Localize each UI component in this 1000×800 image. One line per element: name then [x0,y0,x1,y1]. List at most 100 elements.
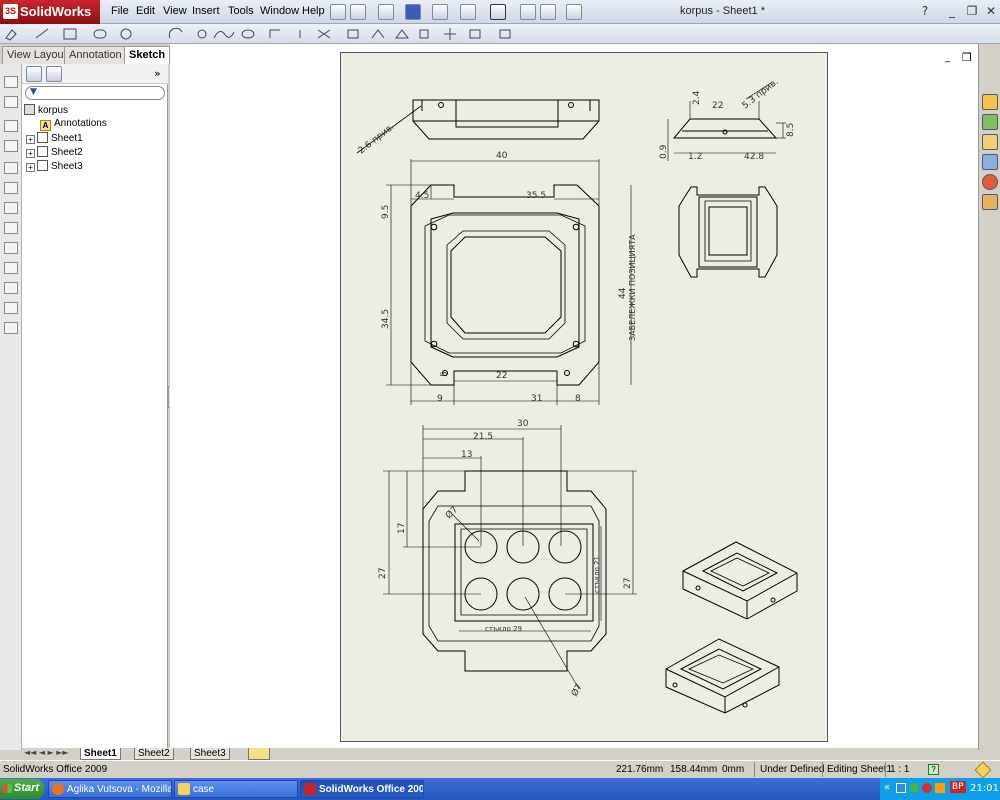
pattern-icon [419,29,429,39]
ds-logo-icon: 3S [3,4,18,19]
select-pointer-icon[interactable] [490,4,506,20]
open-icon[interactable] [378,4,394,20]
menu-file[interactable]: File [111,5,129,17]
dim-text: 44 [618,287,628,299]
menu-tools[interactable]: Tools [228,5,254,17]
save-icon[interactable] [405,4,421,20]
sketch-tool-icon[interactable] [4,96,18,108]
drawing-views: 2.6 прив. 40 4.5 35.5 9.5 34.5 5 22 9 31… [357,77,798,714]
sketch-tool-icon[interactable] [4,162,18,174]
sketch-tool-icon[interactable] [4,262,18,274]
expand-icon[interactable]: + [26,163,35,172]
sketch-tool-icon[interactable] [4,140,18,152]
move-entities-icon [444,28,456,40]
sketch-state: Under Defined [760,764,825,775]
tree-item-sheet2[interactable]: + Sheet2 [26,146,83,158]
dim-text: 13 [461,450,472,460]
sheet-nav-arrows-icon[interactable]: ◄◄ ◄ ► ►► [24,748,69,757]
menu-window[interactable]: Window [260,5,299,17]
task-label: SolidWorks Office 200... [319,784,424,795]
sheet-tab-2[interactable]: Sheet2 [134,748,174,760]
sheet-tab-1[interactable]: Sheet1 [80,748,121,760]
dim-text: 1.2 [688,152,702,162]
expand-icon[interactable]: + [26,149,35,158]
tray-icon-network[interactable] [896,783,906,793]
tab-sketch[interactable]: Sketch [124,46,171,64]
sketch-tool-icon[interactable] [4,182,18,194]
sketch-tool-icon[interactable] [4,120,18,132]
pin-icon[interactable] [330,4,346,20]
close-button[interactable]: ✕ [984,4,998,18]
tree-root[interactable]: korpus [24,104,68,116]
tab-view-layout[interactable]: View Layout [2,46,72,64]
tray-icon-volume[interactable] [935,783,945,793]
undo-icon[interactable] [460,4,476,20]
help-status-icon[interactable]: ? [928,764,939,775]
tab-annotation[interactable]: Annotation [64,46,127,64]
start-label: Start [14,782,40,794]
line-icon [35,28,49,39]
sketch-tool-icon[interactable] [4,322,18,334]
help-icon[interactable]: ? [918,4,932,18]
start-button[interactable]: Start [0,779,44,799]
sketch-tool-icon[interactable] [4,302,18,314]
solidworks-resources-icon[interactable] [982,94,998,110]
property-manager-icon[interactable] [46,66,62,82]
fillet-icon [269,29,280,38]
drawing-sheet[interactable]: 2.6 прив. 40 4.5 35.5 9.5 34.5 5 22 9 31… [340,52,828,742]
task-firefox[interactable]: Aglika Vutsova - Mozilla F... [48,780,172,798]
dim-text: 9 [437,394,443,404]
print-icon[interactable] [432,4,448,20]
sketch-tools-icons[interactable] [0,24,540,44]
sketch-tool-icon[interactable] [4,282,18,294]
view-palette-icon[interactable] [982,154,998,170]
tree-item-sheet3[interactable]: + Sheet3 [26,160,83,172]
tree-item-annotations[interactable]: A Annotations [40,118,107,131]
glass-label: стъкло 29 [485,625,522,633]
tree-filter-input[interactable]: ▼ [25,86,165,100]
doc-minimize-button[interactable]: _ [945,52,950,63]
sketch-tool-icon[interactable] [4,202,18,214]
dim-text: 5.3 прив. [741,77,781,111]
sheet-icon [37,160,48,171]
new-document-icon[interactable] [350,4,366,20]
minimize-button[interactable]: _ [945,4,959,18]
feature-manager-icon[interactable] [26,66,42,82]
file-explorer-icon[interactable] [982,134,998,150]
expand-icon[interactable]: + [26,135,35,144]
task-folder-case[interactable]: case [174,780,298,798]
task-solidworks[interactable]: SolidWorks Office 200... [300,780,424,798]
appearances-icon[interactable] [982,174,998,190]
dim-text: 2.4 [692,90,702,105]
rebuild-icon[interactable] [520,4,536,20]
quick-tips-icon[interactable] [974,761,992,779]
tray-icon-security[interactable] [909,783,919,793]
scale-status[interactable]: 1 : 1 [890,764,909,775]
expand-panel-icon[interactable]: » [154,67,161,80]
app-logo[interactable]: 3S SolidWorks [0,0,100,24]
options-icon[interactable] [566,4,582,20]
design-library-icon[interactable] [982,114,998,130]
tray-expand-icon[interactable]: « [884,782,890,793]
add-sheet-icon[interactable] [248,748,270,760]
menu-view[interactable]: View [163,5,187,17]
menu-help[interactable]: Help [302,5,325,17]
file-properties-icon[interactable] [540,4,556,20]
tree-item-sheet1[interactable]: + Sheet1 [26,132,83,144]
convert-entities-icon [347,29,359,39]
rectangle-icon [63,28,77,40]
doc-restore-button[interactable]: ❐ [962,51,972,64]
sketch-tool-icon[interactable] [4,222,18,234]
custom-properties-icon[interactable] [982,194,998,210]
sheet-tab-3[interactable]: Sheet3 [190,748,230,760]
task-label: case [193,784,215,795]
restore-button[interactable]: ❐ [965,4,979,18]
sketch-tool-icon[interactable] [4,242,18,254]
menu-insert[interactable]: Insert [192,5,220,17]
menu-edit[interactable]: Edit [136,5,155,17]
sketch-tool-icon[interactable] [4,76,18,88]
tray-icon-antivirus[interactable] [922,783,932,793]
system-tray: « BP 21:01 [880,778,1000,800]
language-indicator[interactable]: BP [950,781,966,793]
dim-text: 40 [496,151,508,161]
